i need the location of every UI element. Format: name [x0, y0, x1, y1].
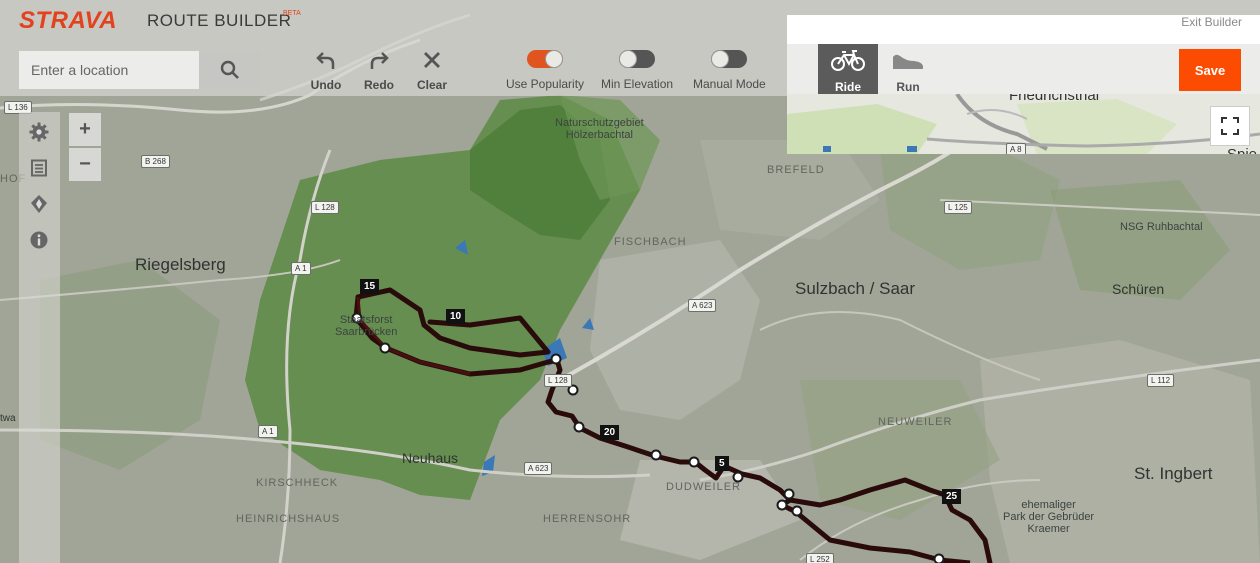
district-label-heinrichshaus: HEINRICHSHAUS — [236, 513, 341, 525]
undo-icon — [316, 52, 335, 69]
search-icon — [220, 60, 239, 79]
popularity-switch[interactable] — [527, 50, 564, 68]
beta-badge: BETA — [283, 10, 301, 17]
switch-knob — [711, 50, 730, 68]
area-label-park: ehemaliger Park der Gebrüder Kraemer — [1003, 499, 1095, 535]
route-details-button[interactable] — [29, 158, 49, 178]
fullscreen-icon — [1221, 117, 1239, 135]
close-icon — [424, 52, 440, 68]
minimap-road-badge: A 8 — [1006, 143, 1026, 154]
minimap[interactable]: Friedrichsthal A 8 Spie — [787, 94, 1260, 154]
panel-top-bar: Exit Builder — [787, 15, 1260, 44]
district-label-dudweiler: DUDWEILER — [666, 481, 742, 493]
area-label-nsg-holzerbachtal: Naturschutzgebiet Hölzerbachtal — [555, 117, 644, 141]
road-badge-l125: L 125 — [944, 201, 972, 214]
manual-switch[interactable] — [711, 50, 748, 68]
redo-icon — [370, 52, 389, 69]
clear-label: Clear — [416, 78, 448, 92]
info-icon — [30, 231, 48, 249]
use-popularity-toggle[interactable]: Use Popularity — [506, 50, 584, 91]
locate-button[interactable] — [29, 194, 49, 214]
undo-button[interactable]: Undo — [304, 48, 348, 92]
manual-mode-label: Manual Mode — [693, 77, 766, 91]
town-label-schuren: Schüren — [1112, 281, 1165, 297]
save-button[interactable]: Save — [1179, 49, 1241, 91]
area-label-nsg-ruhbachtal: NSG Ruhbachtal — [1120, 221, 1203, 233]
district-label-kirschheck: KIRSCHHECK — [256, 477, 339, 489]
town-label-sulzbach: Sulzbach / Saar — [795, 279, 916, 298]
strava-logo[interactable]: STRAVA — [19, 7, 117, 35]
popularity-label: Use Popularity — [506, 77, 585, 91]
manual-mode-toggle[interactable]: Manual Mode — [693, 50, 766, 91]
ride-label: Ride — [834, 80, 861, 94]
town-label-neuhaus: Neuhaus — [402, 450, 459, 466]
district-label-brefeld: BREFELD — [767, 164, 825, 176]
road-badge-a623: A 623 — [688, 299, 717, 312]
info-button[interactable] — [29, 230, 49, 250]
road-badge-a1: A 1 — [291, 262, 311, 275]
km-marker-25: 25 — [942, 489, 962, 504]
undo-label: Undo — [310, 78, 342, 92]
app-title: ROUTE BUILDER — [147, 11, 292, 30]
km-marker-10: 10 — [446, 309, 466, 324]
clear-button[interactable]: Clear — [410, 48, 454, 92]
gear-icon — [29, 122, 49, 142]
district-label-neuweiler: NEUWEILER — [878, 416, 953, 428]
redo-label: Redo — [364, 78, 394, 92]
town-label-riegelsberg: Riegelsberg — [135, 255, 226, 274]
road-badge-l112: L 112 — [1147, 374, 1175, 387]
ride-mode-tab[interactable]: Ride — [818, 44, 878, 94]
road-badge-l128-south: L 128 — [544, 374, 572, 387]
search-button[interactable] — [199, 51, 261, 89]
zoom-in-button[interactable]: + — [69, 113, 101, 146]
district-label-fischbach: FISCHBACH — [614, 236, 687, 248]
bicycle-icon — [831, 50, 865, 71]
fullscreen-button[interactable] — [1210, 106, 1250, 146]
exit-builder-link[interactable]: Exit Builder — [1181, 15, 1242, 29]
road-badge-b268: B 268 — [141, 155, 170, 168]
location-pin-icon — [31, 195, 47, 213]
switch-knob — [619, 50, 638, 68]
km-marker-5: 5 — [715, 456, 729, 471]
redo-button[interactable]: Redo — [357, 48, 401, 92]
km-marker-20: 20 — [600, 425, 620, 440]
min-elevation-toggle[interactable]: Min Elevation — [601, 50, 673, 91]
elevation-switch[interactable] — [619, 50, 656, 68]
sport-mode-tabs: Ride Run Save — [787, 44, 1260, 94]
shoe-icon — [893, 54, 923, 69]
area-label-staatsforst: Staatsforst Saarbrücken — [335, 314, 398, 338]
switch-knob — [545, 50, 564, 68]
road-badge-a623-south: A 623 — [524, 462, 553, 475]
road-badge-l252: L 252 — [806, 553, 834, 563]
builder-panel: Exit Builder Ride Run Save Friedrichstha… — [787, 15, 1260, 154]
town-label-st-ingbert: St. Ingbert — [1134, 464, 1213, 483]
side-toolbar — [19, 112, 60, 563]
run-label: Run — [896, 80, 920, 94]
road-badge-l128: L 128 — [311, 201, 339, 214]
minimap-edge-label: Spie — [1227, 146, 1257, 154]
zoom-out-button[interactable]: − — [69, 148, 101, 181]
district-label-edge-left: twa — [0, 413, 16, 424]
road-badge-a1-south: A 1 — [258, 425, 278, 438]
km-marker-15: 15 — [360, 279, 380, 294]
min-elevation-label: Min Elevation — [601, 77, 674, 91]
location-search-input[interactable] — [19, 51, 199, 89]
district-label-herrensohr: HERRENSOHR — [543, 513, 632, 525]
minimap-town-label: Friedrichsthal — [1009, 94, 1100, 104]
document-icon — [31, 159, 47, 177]
settings-button[interactable] — [29, 122, 49, 142]
run-mode-tab[interactable]: Run — [878, 44, 938, 94]
